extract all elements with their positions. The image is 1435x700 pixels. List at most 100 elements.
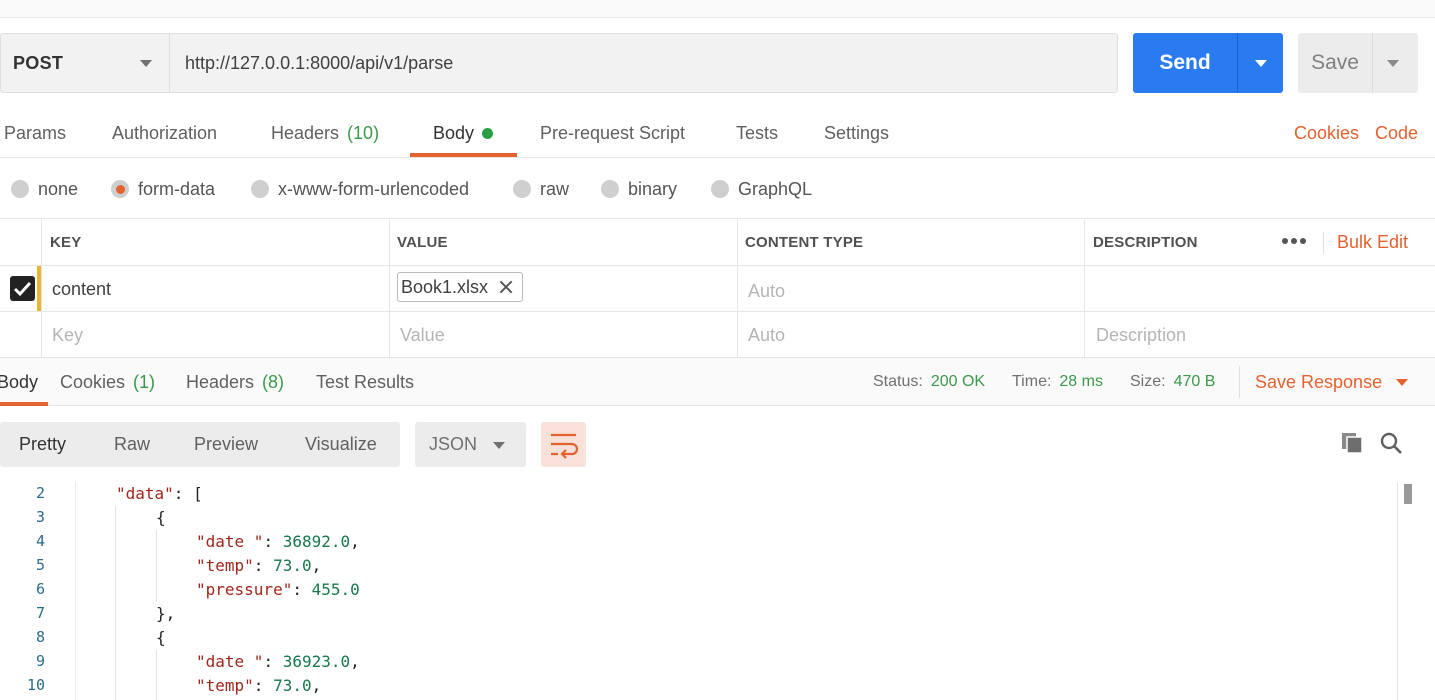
line-number: 7 xyxy=(35,604,45,622)
radio-none[interactable]: none xyxy=(11,159,78,219)
line-number: 4 xyxy=(35,532,45,550)
line-number: 10 xyxy=(26,676,45,694)
tab-label: Authorization xyxy=(112,122,218,143)
url-input[interactable]: http://127.0.0.1:8000/api/v1/parse xyxy=(169,33,1118,93)
tab-params[interactable]: Params xyxy=(4,108,66,158)
radio-circle xyxy=(601,180,619,198)
response-body-editor[interactable]: 2 3 4 5 6 7 8 9 10 "data": [{"date ": 36892.0, "t… xyxy=(0,482,1435,700)
mode-visualize[interactable]: Visualize xyxy=(305,422,377,467)
remove-file-close-icon[interactable] xyxy=(498,279,514,295)
radio-raw[interactable]: raw xyxy=(513,159,569,219)
tab-response-cookies[interactable]: Cookies (1) xyxy=(60,358,155,406)
radio-circle xyxy=(711,180,729,198)
json-punctuation: : xyxy=(292,580,312,599)
column-header-key: KEY xyxy=(50,234,82,251)
code-line: "temp": 73.0, xyxy=(196,676,321,695)
radio-circle xyxy=(513,180,531,198)
search-icon[interactable] xyxy=(1379,431,1403,460)
tab-label: Pre-request Script xyxy=(540,122,686,143)
copy-icon[interactable] xyxy=(1340,431,1364,460)
cookies-link[interactable]: Cookies xyxy=(1294,108,1359,158)
content-type-input-placeholder[interactable]: Auto xyxy=(748,312,785,358)
tab-label: Headers xyxy=(271,122,340,143)
line-number-gutter: 2 3 4 5 6 7 8 9 10 xyxy=(0,482,76,700)
radio-x-www-form-urlencoded[interactable]: x-www-form-urlencoded xyxy=(251,159,469,219)
code-link[interactable]: Code xyxy=(1375,108,1418,158)
more-options-icon[interactable] xyxy=(1282,238,1306,244)
method-select[interactable]: POST xyxy=(0,33,170,93)
time-indicator[interactable]: Time: 28 ms xyxy=(1012,358,1103,406)
checkmark-icon xyxy=(13,281,32,297)
active-tab-underline xyxy=(410,153,517,157)
line-number: 8 xyxy=(35,628,45,646)
status-value: 200 OK xyxy=(930,373,986,390)
size-value: 470 B xyxy=(1173,373,1216,390)
json-punctuation: : xyxy=(253,556,274,575)
form-data-table: KEY VALUE CONTENT TYPE DESCRIPTION Bulk … xyxy=(0,220,1435,358)
tab-label: Body xyxy=(433,122,475,143)
value-input-placeholder[interactable]: Value xyxy=(400,312,445,358)
column-divider xyxy=(737,220,738,357)
code-line: { xyxy=(156,508,166,527)
view-mode-switcher: Pretty Raw Preview Visualize xyxy=(0,422,400,467)
radio-label: binary xyxy=(628,178,678,199)
mode-preview[interactable]: Preview xyxy=(194,422,258,467)
modified-dot-icon xyxy=(482,127,494,139)
tab-tests[interactable]: Tests xyxy=(736,108,778,158)
tab-count: (1) xyxy=(133,371,156,392)
description-input-placeholder[interactable]: Description xyxy=(1096,312,1186,358)
send-button[interactable]: Send xyxy=(1133,33,1283,93)
scrollbar-track[interactable] xyxy=(1397,482,1398,700)
save-button[interactable]: Save xyxy=(1298,33,1418,93)
size-label: Size: xyxy=(1130,373,1166,390)
tab-body[interactable]: Body xyxy=(433,108,494,158)
radio-label: raw xyxy=(540,178,570,199)
size-indicator[interactable]: Size: 470 B xyxy=(1130,358,1215,406)
mode-raw[interactable]: Raw xyxy=(114,422,150,467)
chevron-down-icon xyxy=(493,442,505,449)
tab-label: Body xyxy=(0,371,39,392)
code-line: "data": [ xyxy=(116,484,203,503)
tab-headers[interactable]: Headers (10) xyxy=(271,108,379,158)
row-enabled-checkbox[interactable] xyxy=(10,276,35,301)
tab-response-headers[interactable]: Headers (8) xyxy=(186,358,284,406)
wrap-lines-button[interactable] xyxy=(541,422,586,467)
column-header-value: VALUE xyxy=(397,234,448,251)
tab-test-results[interactable]: Test Results xyxy=(316,358,414,406)
status-separator xyxy=(1239,366,1240,398)
save-label: Save xyxy=(1311,51,1359,74)
mode-pretty[interactable]: Pretty xyxy=(19,422,66,467)
tab-authorization[interactable]: Authorization xyxy=(112,108,217,158)
format-select[interactable]: JSON xyxy=(415,422,526,467)
status-indicator[interactable]: Status: 200 OK xyxy=(873,358,985,406)
tab-count: (10) xyxy=(347,122,380,143)
line-number: 3 xyxy=(35,508,45,526)
radio-form-data[interactable]: form-data xyxy=(111,159,215,219)
key-input[interactable]: content xyxy=(52,266,382,312)
code-line: }, xyxy=(156,604,175,623)
tab-label: Params xyxy=(4,122,67,143)
column-divider xyxy=(389,220,390,357)
file-chip[interactable]: Book1.xlsx xyxy=(397,272,524,302)
json-number: 36892.0 xyxy=(282,532,351,551)
json-punctuation: { xyxy=(156,628,166,647)
content-type-input[interactable]: Auto xyxy=(748,268,785,314)
send-options-chevron-icon[interactable] xyxy=(1238,33,1283,93)
radio-graphql[interactable]: GraphQL xyxy=(711,159,812,219)
json-key: "temp" xyxy=(196,556,254,575)
tab-response-body[interactable]: Body xyxy=(0,358,38,406)
scrollbar-thumb[interactable] xyxy=(1404,484,1412,504)
save-options-chevron-icon[interactable] xyxy=(1373,33,1418,93)
json-key: "temp" xyxy=(196,676,254,695)
json-punctuation: : xyxy=(263,532,283,551)
bulk-edit-link[interactable]: Bulk Edit xyxy=(1337,220,1408,265)
tab-label: Headers xyxy=(186,371,255,392)
tab-settings[interactable]: Settings xyxy=(824,108,889,158)
tab-pre-request-script[interactable]: Pre-request Script xyxy=(540,108,685,158)
active-tab-underline xyxy=(0,402,48,406)
key-input-placeholder[interactable]: Key xyxy=(52,312,83,358)
chevron-down-icon xyxy=(140,60,152,67)
save-response-button[interactable]: Save Response xyxy=(1255,358,1409,406)
radio-binary[interactable]: binary xyxy=(601,159,677,219)
send-label: Send xyxy=(1159,51,1211,74)
